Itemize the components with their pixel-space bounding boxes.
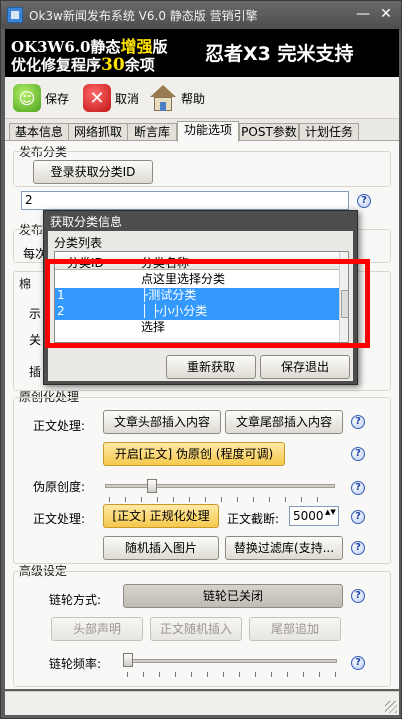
- row-name: ├测试分类: [141, 288, 197, 302]
- resize-grip[interactable]: [385, 701, 397, 713]
- banner-right-text: 忍者X3 完米支持: [205, 43, 354, 65]
- toolbar: ☺ 保存 ✕ 取消 帮助: [5, 77, 399, 119]
- title-bar[interactable]: Ok3w新闻发布系统 V6.0 静态版 营销引擎 — ✕: [1, 1, 401, 29]
- fetch-category-dialog: 获取分类信息 分类列表 分类ID 分类名称 点这里选择分类 1 ├测试分类 2 …: [43, 210, 358, 385]
- help-icon[interactable]: ?: [351, 415, 365, 429]
- help-icon[interactable]: ?: [357, 194, 371, 208]
- row-name: 点这里选择分类: [141, 272, 226, 286]
- app-icon: [7, 7, 23, 23]
- dialog-body: 分类列表 分类ID 分类名称 点这里选择分类 1 ├测试分类 2 │ ├小小分类…: [48, 231, 353, 381]
- list-item[interactable]: 点这里选择分类: [55, 272, 339, 288]
- listview-header: 分类ID 分类名称: [55, 252, 339, 270]
- promo-banner: OK3W6.0静态增强版 优化修复程序30余项 忍者X3 完米支持: [5, 29, 399, 77]
- row-id: 1: [57, 288, 65, 302]
- tab-function-options[interactable]: 功能选项: [177, 121, 239, 142]
- row-name: │ ├小小分类: [141, 304, 208, 318]
- help-icon[interactable]: ?: [351, 541, 365, 555]
- minimize-button[interactable]: —: [352, 5, 374, 23]
- refetch-button[interactable]: 重新获取: [166, 355, 256, 379]
- save-exit-button[interactable]: 保存退出: [260, 355, 350, 379]
- login-fetch-category-button[interactable]: 登录获取分类ID: [33, 160, 153, 184]
- help-icon[interactable]: ?: [351, 481, 365, 495]
- body-cut-label: 正文截断:: [227, 512, 280, 526]
- body-process-label: 正文处理:: [33, 419, 86, 433]
- partial-label-2: 示: [29, 307, 42, 321]
- window-title: Ok3w新闻发布系统 V6.0 静态版 营销引擎: [29, 9, 258, 23]
- help-label: 帮助: [181, 91, 206, 106]
- dialog-title: 获取分类信息: [50, 215, 123, 229]
- close-button[interactable]: ✕: [375, 5, 397, 23]
- article-head-insert-button[interactable]: 文章头部插入内容: [103, 410, 221, 434]
- enable-pseudo-original-button[interactable]: 开启[正文] 伪原创 (程度可调): [103, 442, 285, 466]
- cancel-x-icon: ✕: [83, 84, 111, 112]
- replace-filter-library-button[interactable]: 替换过滤库(支持...: [225, 536, 343, 560]
- article-tail-insert-button[interactable]: 文章尾部插入内容: [225, 410, 343, 434]
- help-icon[interactable]: ?: [351, 510, 365, 524]
- body-cut-spinner[interactable]: ▲▼: [325, 508, 336, 516]
- normalize-body-button[interactable]: [正文] 正规化处理: [103, 504, 219, 528]
- tail-append-button[interactable]: 尾部追加: [249, 617, 341, 641]
- cancel-button[interactable]: ✕ 取消: [83, 83, 139, 113]
- save-label: 保存: [45, 91, 70, 106]
- list-item[interactable]: 1 ├测试分类: [55, 288, 339, 304]
- cancel-label: 取消: [115, 91, 140, 106]
- pseudo-degree-track: [105, 484, 335, 488]
- body-process-label-2: 正文处理:: [33, 512, 86, 526]
- link-frequency-slider[interactable]: [123, 653, 133, 667]
- category-list-label: 分类列表: [54, 236, 103, 250]
- banner-line-2: 优化修复程序30余项: [11, 55, 155, 75]
- help-icon[interactable]: ?: [351, 447, 365, 461]
- pseudo-degree-label: 伪原创度:: [33, 480, 86, 494]
- help-icon[interactable]: ?: [351, 656, 365, 670]
- help-icon[interactable]: ?: [351, 589, 365, 603]
- tab-assert-lib[interactable]: 断言库: [127, 123, 177, 141]
- link-wheel-toggle-button[interactable]: 链轮已关闭: [123, 584, 343, 608]
- tab-scheduled-tasks[interactable]: 计划任务: [299, 123, 359, 141]
- column-header-id[interactable]: 分类ID: [67, 254, 104, 271]
- row-id: 2: [57, 304, 65, 318]
- category-listview[interactable]: 分类ID 分类名称 点这里选择分类 1 ├测试分类 2 │ ├小小分类 选择: [54, 251, 349, 343]
- list-item[interactable]: 选择: [55, 320, 339, 336]
- partial-label-4: 插: [29, 365, 42, 379]
- pseudo-degree-slider[interactable]: [147, 479, 157, 493]
- tab-post-params[interactable]: POST参数: [239, 123, 299, 141]
- link-frequency-label: 链轮频率:: [49, 657, 102, 671]
- body-random-insert-button[interactable]: 正文随机插入: [150, 617, 242, 641]
- partial-label-1: 棉: [19, 277, 32, 291]
- help-button[interactable]: 帮助: [149, 83, 205, 113]
- link-frequency-track: [123, 659, 337, 663]
- tab-strip: 基本信息 网络抓取 断言库 功能选项 POST参数 计划任务: [5, 121, 399, 142]
- random-insert-image-button[interactable]: 随机插入图片: [103, 536, 219, 560]
- column-header-name[interactable]: 分类名称: [141, 254, 189, 271]
- link-frequency-ticks: [127, 672, 337, 677]
- category-id-input[interactable]: 2: [21, 191, 349, 210]
- tab-basic-info[interactable]: 基本信息: [9, 123, 69, 141]
- pseudo-degree-ticks: [109, 497, 333, 502]
- link-wheel-label: 链轮方式:: [49, 593, 102, 607]
- listview-scrollbar[interactable]: [339, 252, 348, 342]
- save-button[interactable]: ☺ 保存: [13, 83, 69, 113]
- row-name: 选择: [141, 320, 166, 334]
- smiley-icon: ☺: [13, 84, 41, 112]
- house-icon: [149, 84, 177, 112]
- scrollbar-thumb[interactable]: [341, 290, 348, 318]
- header-statement-button[interactable]: 头部声明: [51, 617, 143, 641]
- tab-web-crawl[interactable]: 网络抓取: [68, 123, 128, 141]
- status-bar: [5, 691, 399, 715]
- partial-label-3: 关: [29, 333, 42, 347]
- list-item[interactable]: 2 │ ├小小分类: [55, 304, 339, 320]
